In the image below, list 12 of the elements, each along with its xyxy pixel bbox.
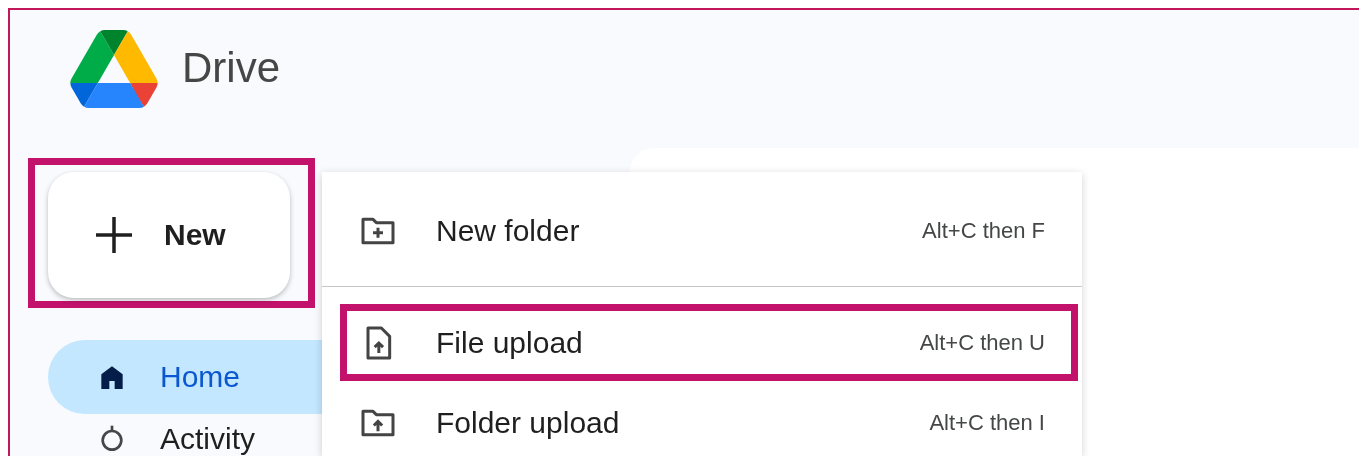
drive-logo-icon [70, 30, 158, 108]
sidebar-item[interactable]: Home [48, 340, 322, 414]
menu-item[interactable]: Folder upload Alt+C then I [322, 381, 1082, 456]
plus-icon [94, 215, 134, 255]
new-button[interactable]: New [48, 172, 290, 298]
app-name: Drive [182, 44, 280, 92]
shortcut-text: Alt+C then I [929, 410, 1045, 436]
menu-item[interactable]: New folder Alt+C then F [322, 192, 1082, 270]
sidebar-item[interactable]: Activity [48, 418, 322, 456]
menu-item[interactable]: File upload Alt+C then U [347, 311, 1071, 374]
shortcut-text: Alt+C then U [919, 329, 1045, 356]
shortcut-text: Alt+C then F [922, 218, 1045, 244]
